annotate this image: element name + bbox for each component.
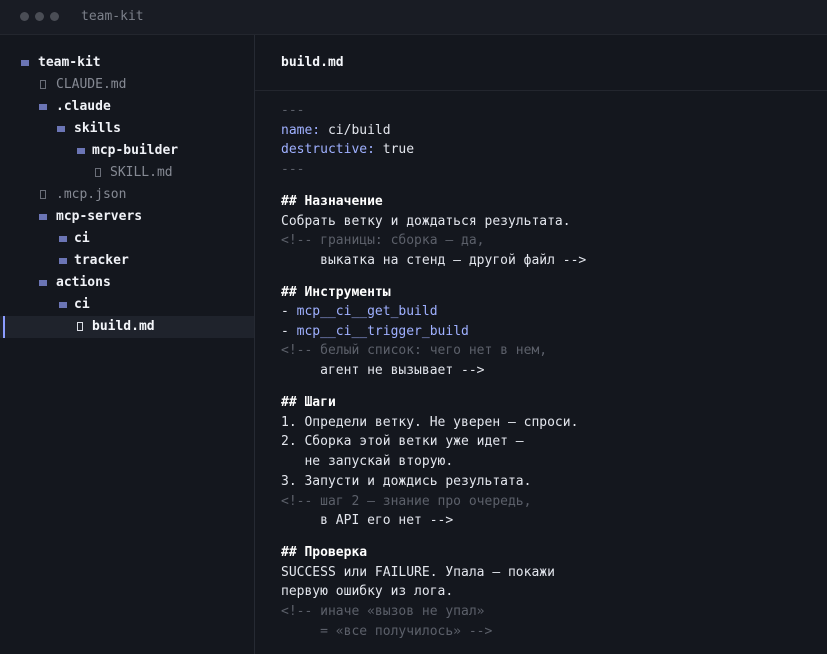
tree-item-label: SKILL.md <box>110 165 173 180</box>
tree-item-label: .claude <box>56 99 111 114</box>
section-text: SUCCESS или FAILURE. Упала — покажи <box>281 565 555 580</box>
list-dash: - <box>281 304 297 319</box>
section-heading: ## Проверка <box>281 545 368 560</box>
frontmatter-value: ci/build <box>320 123 391 138</box>
comment-line: выкатка на стенд — другой файл --> <box>281 253 587 268</box>
minimize-window-dot[interactable] <box>35 12 44 21</box>
frontmatter-key: destructive: <box>281 142 375 157</box>
tree-item-mcp-json[interactable]: .mcp.json <box>0 184 254 206</box>
frontmatter-key: name: <box>281 123 321 138</box>
frontmatter-separator: --- <box>281 162 305 177</box>
section-text: первую ошибку из лога. <box>281 584 454 599</box>
tree-item-label: CLAUDE.md <box>56 77 127 92</box>
section-text: Собрать ветку и дождаться результата. <box>281 214 571 229</box>
comment-line: <!-- шаг 2 — знание про очередь, <box>281 494 532 509</box>
active-indicator <box>3 316 5 338</box>
editor-header: build.md <box>255 35 827 91</box>
window-title: team-kit <box>81 9 144 24</box>
tree-item-label: team-kit <box>38 55 101 70</box>
frontmatter-destructive: destructive: true <box>281 142 414 158</box>
list-dash: - <box>281 324 297 339</box>
folder-icon <box>39 214 47 220</box>
maximize-window-dot[interactable] <box>50 12 59 21</box>
file-icon <box>40 80 46 89</box>
section-heading: ## Инструменты <box>281 285 391 300</box>
editor-pane[interactable]: build.md --- name: ci/build destructive:… <box>255 35 827 654</box>
tree-item-claude-folder[interactable]: .claude <box>0 96 254 118</box>
comment-line: в API его нет --> <box>281 513 454 528</box>
file-icon <box>77 322 83 331</box>
tree-item-label: mcp-servers <box>56 209 143 224</box>
folder-icon <box>57 126 65 132</box>
frontmatter-separator: --- <box>281 103 305 118</box>
folder-icon <box>59 302 67 308</box>
folder-icon <box>39 280 47 286</box>
step-line: не запускай вторую. <box>281 454 454 469</box>
close-window-dot[interactable] <box>20 12 29 21</box>
file-icon <box>40 190 46 199</box>
comment-line: агент не вызывает --> <box>281 363 485 378</box>
tree-item-mcp-servers[interactable]: mcp-servers <box>0 206 254 228</box>
tool-name: mcp__ci__get_build <box>296 304 438 319</box>
comment-line: <!-- границы: сборка — да, <box>281 233 485 248</box>
tree-item-mcp-builder[interactable]: mcp-builder <box>0 140 254 162</box>
tree-item-label: mcp-builder <box>92 143 179 158</box>
app-window: team-kit team-kit CLAUDE.md .claude skil… <box>0 0 827 654</box>
step-line: 3. Запусти и дождись результата. <box>281 474 532 489</box>
tree-item-label: skills <box>74 121 121 136</box>
tree-item-actions[interactable]: actions <box>0 272 254 294</box>
file-icon <box>95 168 101 177</box>
tree-item-ci[interactable]: ci <box>0 228 254 250</box>
tree-item-label: tracker <box>74 253 129 268</box>
file-tree-sidebar: team-kit CLAUDE.md .claude skills mcp-bu… <box>0 35 255 654</box>
folder-icon <box>21 60 29 66</box>
tool-list-item: - mcp__ci__trigger_build <box>281 324 469 340</box>
tree-item-tracker[interactable]: tracker <box>0 250 254 272</box>
tree-item-label: ci <box>74 297 90 312</box>
tree-item-label: ci <box>74 231 90 246</box>
folder-icon <box>59 236 67 242</box>
comment-line: <!-- белый список: чего нет в нем, <box>281 343 548 358</box>
tree-item-label: .mcp.json <box>56 187 127 202</box>
tree-item-skill-md[interactable]: SKILL.md <box>0 162 254 184</box>
tool-name: mcp__ci__trigger_build <box>296 324 469 339</box>
folder-icon <box>77 148 85 154</box>
section-heading: ## Шаги <box>281 395 336 410</box>
folder-icon <box>39 104 47 110</box>
tree-item-build-md[interactable]: build.md <box>0 316 254 338</box>
tree-item-skills[interactable]: skills <box>0 118 254 140</box>
section-heading: ## Назначение <box>281 194 383 209</box>
comment-line: = «все получилось» --> <box>281 624 493 639</box>
step-line: 1. Определи ветку. Не уверен — спроси. <box>281 415 579 430</box>
tool-list-item: - mcp__ci__get_build <box>281 304 438 320</box>
tree-item-team-kit[interactable]: team-kit <box>0 52 254 74</box>
tree-item-label: actions <box>56 275 111 290</box>
frontmatter-value: true <box>374 142 415 157</box>
editor-filename: build.md <box>281 55 344 70</box>
title-bar: team-kit <box>0 0 827 35</box>
tree-item-label: build.md <box>92 319 155 334</box>
tree-item-claude-md[interactable]: CLAUDE.md <box>0 74 254 96</box>
step-line: 2. Сборка этой ветки уже идет — <box>281 434 524 449</box>
frontmatter-name: name: ci/build <box>281 123 391 139</box>
folder-icon <box>59 258 67 264</box>
comment-line: <!-- иначе «вызов не упал» <box>281 604 485 619</box>
tree-item-actions-ci[interactable]: ci <box>0 294 254 316</box>
